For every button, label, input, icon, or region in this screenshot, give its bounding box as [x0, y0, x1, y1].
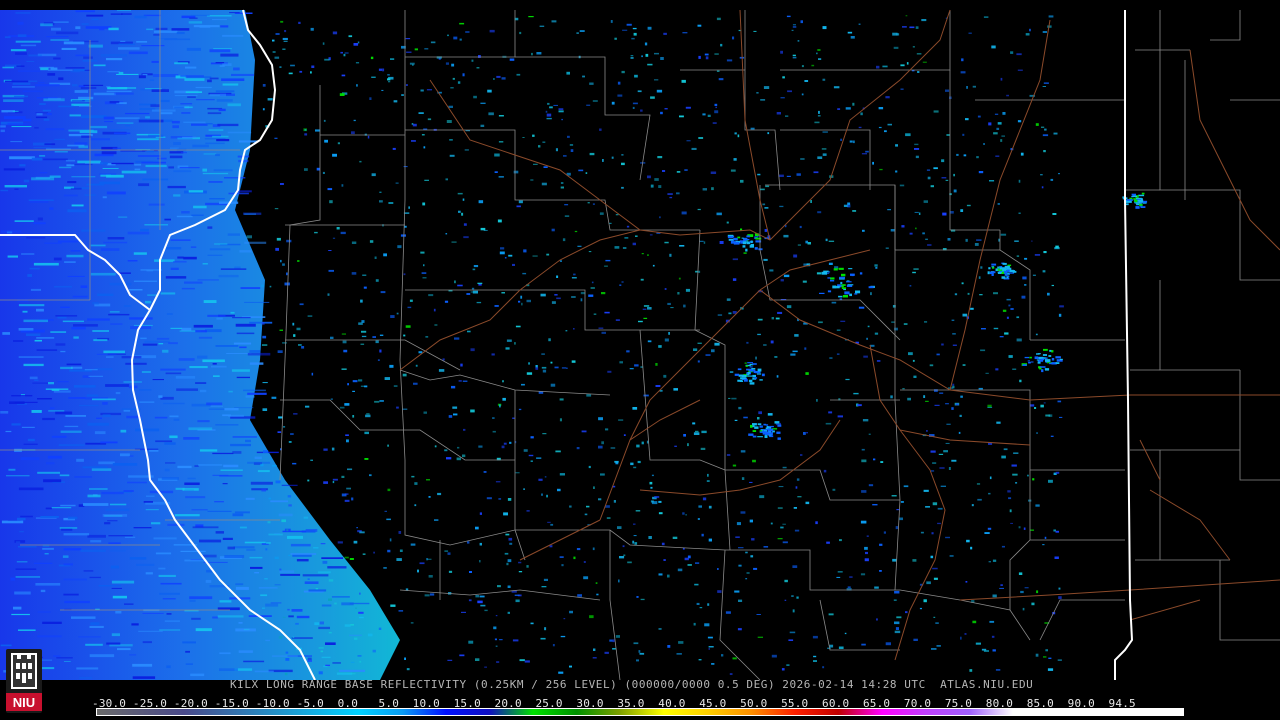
- svg-text:NIU: NIU: [13, 695, 35, 710]
- niu-logo: NIU: [6, 649, 42, 713]
- reflectivity-colorbar: [96, 708, 1184, 716]
- product-caption: KILX LONG RANGE BASE REFLECTIVITY (0.25K…: [230, 678, 1034, 691]
- radar-map: [0, 0, 1280, 680]
